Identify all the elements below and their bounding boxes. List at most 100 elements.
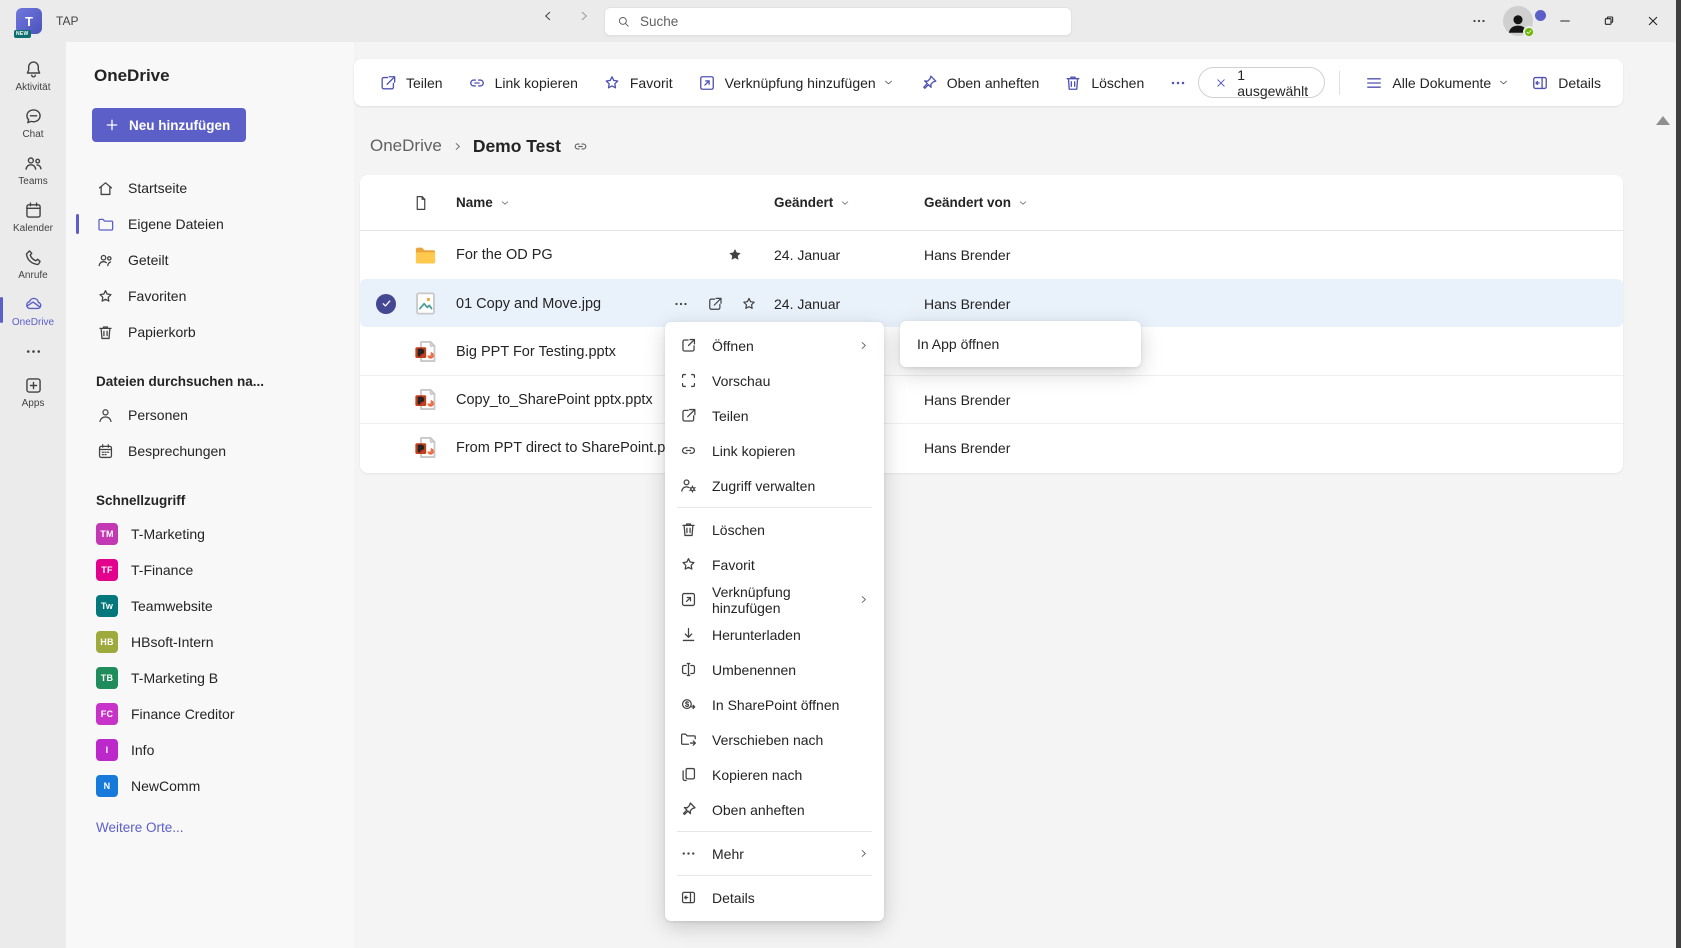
rail-item[interactable]: Aktivität: [0, 52, 66, 99]
quick-access-item[interactable]: N NewComm: [90, 768, 342, 804]
table-row[interactable]: P From PPT direct to SharePoint.pp Hans …: [360, 423, 1623, 471]
sidebar-title: OneDrive: [94, 66, 342, 86]
rail-item[interactable]: Teams: [0, 146, 66, 193]
site-tile: N: [96, 775, 118, 797]
sidebar-nav-item[interactable]: Eigene Dateien: [90, 206, 342, 242]
column-header-name[interactable]: Name: [456, 195, 774, 210]
context-menu-item[interactable]: Oben anheften: [665, 792, 884, 827]
add-new-button[interactable]: Neu hinzufügen: [92, 108, 246, 142]
table-row[interactable]: For the OD PG 24. Januar Hans Brender: [360, 231, 1623, 279]
minimize-icon: [1557, 13, 1573, 29]
context-menu-item[interactable]: Mehr: [665, 836, 884, 871]
context-menu-item[interactable]: Kopieren nach: [665, 757, 884, 792]
quick-access-item[interactable]: TF T-Finance: [90, 552, 342, 588]
quick-access-item[interactable]: FC Finance Creditor: [90, 696, 342, 732]
toolbar-action-button[interactable]: Löschen: [1053, 67, 1154, 99]
quick-access-item[interactable]: TB T-Marketing B: [90, 660, 342, 696]
clear-selection-icon[interactable]: [1214, 76, 1228, 90]
row-share-icon[interactable]: [706, 295, 724, 313]
quick-access-item[interactable]: Tw Teamwebsite: [90, 588, 342, 624]
rail-item[interactable]: Chat: [0, 99, 66, 146]
context-menu-item[interactable]: Umbenennen: [665, 652, 884, 687]
minimize-button[interactable]: [1543, 0, 1587, 42]
rail-item[interactable]: [0, 334, 66, 368]
pinned-star-icon[interactable]: [726, 246, 744, 264]
file-type-column-icon[interactable]: [412, 194, 430, 212]
toolbar-divider: [1339, 71, 1340, 95]
context-menu-item[interactable]: Teilen: [665, 398, 884, 433]
scroll-up-arrow[interactable]: [1656, 116, 1670, 125]
context-menu-item-label: Herunterladen: [712, 627, 801, 643]
more-places-link[interactable]: Weitere Orte...: [96, 820, 184, 835]
selection-count-pill[interactable]: 1 ausgewählt: [1198, 67, 1325, 98]
context-menu-item[interactable]: Zugriff verwalten: [665, 468, 884, 503]
toolbar-action-button[interactable]: Teilen: [368, 67, 453, 99]
rail-item[interactable]: Anrufe: [0, 240, 66, 287]
sidebar-nav-item[interactable]: Favoriten: [90, 278, 342, 314]
view-selector-label: Alle Dokumente: [1392, 75, 1491, 91]
quick-access-item[interactable]: HB HBsoft-Intern: [90, 624, 342, 660]
context-menu-item[interactable]: Vorschau: [665, 363, 884, 398]
sidebar-browse-item[interactable]: Personen: [90, 397, 342, 433]
rail-item[interactable]: OneDrive: [0, 287, 66, 334]
close-button[interactable]: [1631, 0, 1675, 42]
context-menu-item[interactable]: Link kopieren: [665, 433, 884, 468]
sidebar-nav-item[interactable]: Geteilt: [90, 242, 342, 278]
nav-forward-button[interactable]: [576, 8, 602, 34]
sidebar-nav-item[interactable]: Startseite: [90, 170, 342, 206]
view-selector[interactable]: Alle Dokumente: [1354, 67, 1520, 99]
sidebar-nav-item[interactable]: Papierkorb: [90, 314, 342, 350]
row-selected-check[interactable]: [376, 294, 396, 314]
breadcrumb-root[interactable]: OneDrive: [370, 136, 442, 156]
close-icon: [1645, 13, 1661, 29]
sidebar-browse-item[interactable]: Besprechungen: [90, 433, 342, 469]
file-name[interactable]: Big PPT For Testing.pptx: [456, 344, 616, 360]
quick-access-label: Info: [131, 742, 154, 758]
titlebar-more-button[interactable]: [1461, 0, 1497, 42]
nav-back-button[interactable]: [540, 8, 566, 34]
file-name[interactable]: For the OD PG: [456, 247, 553, 263]
search-box[interactable]: [604, 7, 1072, 36]
restore-button[interactable]: [1587, 0, 1631, 42]
context-menu-item[interactable]: Öffnen: [665, 328, 884, 363]
context-menu-item[interactable]: Verknüpfung hinzufügen: [665, 582, 884, 617]
context-menu-item[interactable]: Verschieben nach: [665, 722, 884, 757]
context-menu-item[interactable]: [677, 831, 872, 832]
row-more-icon[interactable]: [672, 295, 690, 313]
file-name[interactable]: Copy_to_SharePoint pptx.pptx: [456, 392, 653, 408]
table-row[interactable]: 01 Copy and Move.jpg 24. Januar Hans Bre…: [360, 279, 1623, 327]
row-favorite-icon[interactable]: [740, 295, 758, 313]
column-header-modified-by[interactable]: Geändert von: [924, 195, 1623, 210]
table-row[interactable]: P Copy_to_SharePoint pptx.pptx Hans Bren…: [360, 375, 1623, 423]
rail-item[interactable]: Apps: [0, 368, 66, 415]
details-button[interactable]: Details: [1520, 67, 1611, 99]
context-menu-item[interactable]: [677, 875, 872, 876]
file-name[interactable]: 01 Copy and Move.jpg: [456, 296, 601, 312]
copy-link-icon[interactable]: [572, 138, 589, 155]
more-dots-icon: [1470, 12, 1488, 30]
toolbar-action-button[interactable]: Link kopieren: [457, 67, 588, 99]
quick-access-item[interactable]: TM T-Marketing: [90, 516, 342, 552]
image-file-icon: [412, 290, 439, 317]
context-menu-item[interactable]: Herunterladen: [665, 617, 884, 652]
quick-access-item[interactable]: I Info: [90, 732, 342, 768]
file-name[interactable]: From PPT direct to SharePoint.pp: [456, 440, 673, 456]
context-menu-item[interactable]: Löschen: [665, 512, 884, 547]
toolbar-action-button[interactable]: Oben anheften: [909, 67, 1050, 99]
toolbar-action-button[interactable]: Favorit: [592, 67, 683, 99]
toolbar-action-button[interactable]: [1158, 67, 1198, 99]
rail-item[interactable]: Kalender: [0, 193, 66, 240]
teams-logo-icon: TNEW: [16, 8, 42, 34]
context-menu-item[interactable]: In SharePoint öffnen: [665, 687, 884, 722]
context-menu-item[interactable]: Favorit: [665, 547, 884, 582]
submenu-item[interactable]: In App öffnen: [900, 326, 1141, 362]
folder-icon: [412, 242, 439, 269]
toolbar-action-label: Verknüpfung hinzufügen: [725, 75, 876, 91]
context-menu-item[interactable]: Details: [665, 880, 884, 915]
toolbar-action-label: Oben anheften: [947, 75, 1040, 91]
context-menu-item-label: Link kopieren: [712, 443, 795, 459]
search-input[interactable]: [640, 14, 1020, 29]
context-menu-item[interactable]: [677, 507, 872, 508]
toolbar-action-button[interactable]: Verknüpfung hinzufügen: [687, 67, 905, 99]
column-header-modified[interactable]: Geändert: [774, 195, 924, 210]
